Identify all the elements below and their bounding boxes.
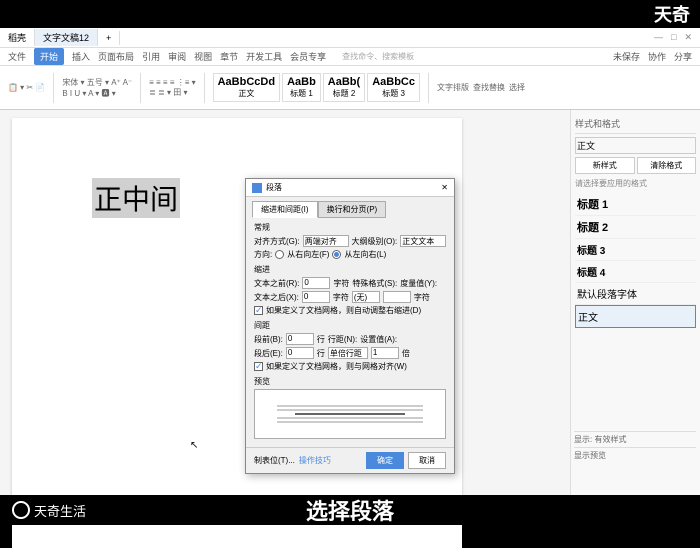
menubar: 文件 开始 插入 页面布局 引用 审阅 视图 章节 开发工具 会员专享 查找命令… xyxy=(0,48,700,66)
section-spacing: 间距 xyxy=(254,320,446,331)
menu-ref[interactable]: 引用 xyxy=(142,50,160,63)
by-label: 度量值(Y): xyxy=(400,278,437,289)
current-style-select[interactable]: 正文 xyxy=(575,137,696,154)
style-item-body[interactable]: 正文 xyxy=(575,305,696,328)
panel-hint: 请选择要应用的格式 xyxy=(575,178,696,189)
before-para-input[interactable]: 0 xyxy=(286,333,314,345)
line-spacing-select[interactable]: 单倍行距 xyxy=(328,347,368,359)
align-select[interactable]: 两端对齐 xyxy=(303,235,349,247)
line-spacing-label: 行距(N): xyxy=(328,334,357,345)
after-text-input[interactable]: 0 xyxy=(302,291,330,303)
tab-pagination[interactable]: 换行和分页(P) xyxy=(318,201,387,218)
section-general: 常规 xyxy=(254,222,446,233)
style-item-h1[interactable]: 标题 1 xyxy=(575,193,696,216)
after-para-input[interactable]: 0 xyxy=(286,347,314,359)
style-item-h2[interactable]: 标题 2 xyxy=(575,216,696,239)
ribbon-text-layout[interactable]: 文字排版 xyxy=(437,82,469,93)
grid-align-check[interactable] xyxy=(254,362,263,371)
watermark-logo: 天奇生活 xyxy=(0,501,86,520)
style-item-h3[interactable]: 标题 3 xyxy=(575,239,696,261)
menu-layout[interactable]: 页面布局 xyxy=(98,50,134,63)
win-max-icon[interactable]: □ xyxy=(671,32,676,43)
style-item-h4[interactable]: 标题 4 xyxy=(575,261,696,283)
win-min-icon[interactable]: — xyxy=(654,32,663,43)
paragraph-dialog: 段落 ✕ 缩进和间距(I) 换行和分页(P) 常规 对齐方式(G): 两端对齐 … xyxy=(245,178,455,474)
menu-chapter[interactable]: 章节 xyxy=(220,50,238,63)
menu-review[interactable]: 审阅 xyxy=(168,50,186,63)
titlebar: 稻壳 文字文稿12 + — □ ✕ xyxy=(0,28,700,48)
before-para-label: 段前(B): xyxy=(254,334,283,345)
brand-top: 天奇 xyxy=(654,1,690,27)
align-label: 对齐方式(G): xyxy=(254,236,300,247)
show-preview[interactable]: 显示预览 xyxy=(574,447,696,463)
dir-ltr-label: 从左向右(L) xyxy=(344,249,386,260)
app-window: 稻壳 文字文稿12 + — □ ✕ 文件 开始 插入 页面布局 引用 审阅 视图… xyxy=(0,28,700,495)
outline-label: 大纲级别(O): xyxy=(352,236,398,247)
special-label: 特殊格式(S): xyxy=(352,278,397,289)
tab-doc[interactable]: 文字文稿12 xyxy=(35,29,98,46)
dialog-title: 段落 xyxy=(266,182,282,193)
dialog-close-icon[interactable]: ✕ xyxy=(441,183,448,192)
menu-home[interactable]: 开始 xyxy=(34,48,64,65)
dir-label: 方向: xyxy=(254,249,272,260)
menu-vip[interactable]: 会员专享 xyxy=(290,50,326,63)
special-select[interactable]: (无) xyxy=(352,291,380,303)
by-input[interactable] xyxy=(383,291,411,303)
menu-file[interactable]: 文件 xyxy=(8,50,26,63)
ribbon-styles[interactable]: AaBbCcDd正文 AaBb标题 1 AaBb(标题 2 AaBbCc标题 3 xyxy=(213,73,420,102)
outline-select[interactable]: 正文文本 xyxy=(400,235,446,247)
after-para-label: 段后(E): xyxy=(254,348,283,359)
before-text-label: 文本之前(R): xyxy=(254,278,299,289)
before-text-input[interactable]: 0 xyxy=(302,277,330,289)
tab-indent[interactable]: 缩进和间距(I) xyxy=(252,201,318,218)
auto-indent-label: 如果定义了文档网格，则自动调整右缩进(D) xyxy=(266,305,421,316)
ribbon-clipboard[interactable]: 📋 ▾ ✂ 📄 xyxy=(8,83,45,92)
menu-share[interactable]: 分享 xyxy=(674,50,692,63)
dir-rtl-radio[interactable] xyxy=(275,250,284,259)
cancel-button[interactable]: 取消 xyxy=(408,452,446,469)
panel-title: 样式和格式 xyxy=(575,114,696,134)
dialog-icon xyxy=(252,183,262,193)
menu-dev[interactable]: 开发工具 xyxy=(246,50,282,63)
clear-format-button[interactable]: 清除格式 xyxy=(637,157,697,174)
tabs-button[interactable]: 制表位(T)... xyxy=(254,455,295,466)
grid-align-label: 如果定义了文档网格，则与网格对齐(W) xyxy=(266,361,407,372)
video-caption: 选择段落 xyxy=(306,494,394,526)
watermark-bar: 天奇生活 选择段落 xyxy=(0,495,700,525)
tab-add[interactable]: + xyxy=(98,31,120,45)
win-close-icon[interactable]: ✕ xyxy=(684,32,692,43)
ribbon-select[interactable]: 选择 xyxy=(509,82,525,93)
show-filter[interactable]: 显示: 有效样式 xyxy=(574,431,696,447)
menu-search[interactable]: 查找命令、搜索模板 xyxy=(342,51,414,62)
menu-unsaved[interactable]: 未保存 xyxy=(613,50,640,63)
styles-panel: 样式和格式 正文 新样式 清除格式 请选择要应用的格式 标题 1 标题 2 标题… xyxy=(570,110,700,495)
dir-rtl-label: 从右向左(F) xyxy=(287,249,329,260)
ribbon: 📋 ▾ ✂ 📄 宋体 ▾ 五号 ▾ A⁺ A⁻B I U ▾ A ▾ 🅰 ▾ ≡… xyxy=(0,66,700,110)
style-item-default[interactable]: 默认段落字体 xyxy=(575,283,696,305)
ok-button[interactable]: 确定 xyxy=(366,452,404,469)
section-indent: 缩进 xyxy=(254,264,446,275)
at-input[interactable]: 1 xyxy=(371,347,399,359)
auto-indent-check[interactable] xyxy=(254,306,263,315)
preview-box xyxy=(254,389,446,439)
menu-insert[interactable]: 插入 xyxy=(72,50,90,63)
document-text[interactable]: 正中间 xyxy=(92,178,180,218)
tab-app[interactable]: 稻壳 xyxy=(0,29,35,46)
ribbon-find[interactable]: 查找替换 xyxy=(473,82,505,93)
menu-view[interactable]: 视图 xyxy=(194,50,212,63)
new-style-button[interactable]: 新样式 xyxy=(575,157,635,174)
section-preview: 预览 xyxy=(254,376,446,387)
after-text-label: 文本之后(X): xyxy=(254,292,299,303)
at-label: 设置值(A): xyxy=(360,334,397,345)
ribbon-font[interactable]: 宋体 ▾ 五号 ▾ A⁺ A⁻B I U ▾ A ▾ 🅰 ▾ xyxy=(62,77,132,99)
ribbon-paragraph[interactable]: ≡ ≡ ≡ ≡ ⋮≡ ▾≣ ≣ ▾ 田 ▾ xyxy=(149,78,195,98)
tips-link[interactable]: 操作技巧 xyxy=(299,455,331,466)
menu-collab[interactable]: 协作 xyxy=(648,50,666,63)
dir-ltr-radio[interactable] xyxy=(332,250,341,259)
